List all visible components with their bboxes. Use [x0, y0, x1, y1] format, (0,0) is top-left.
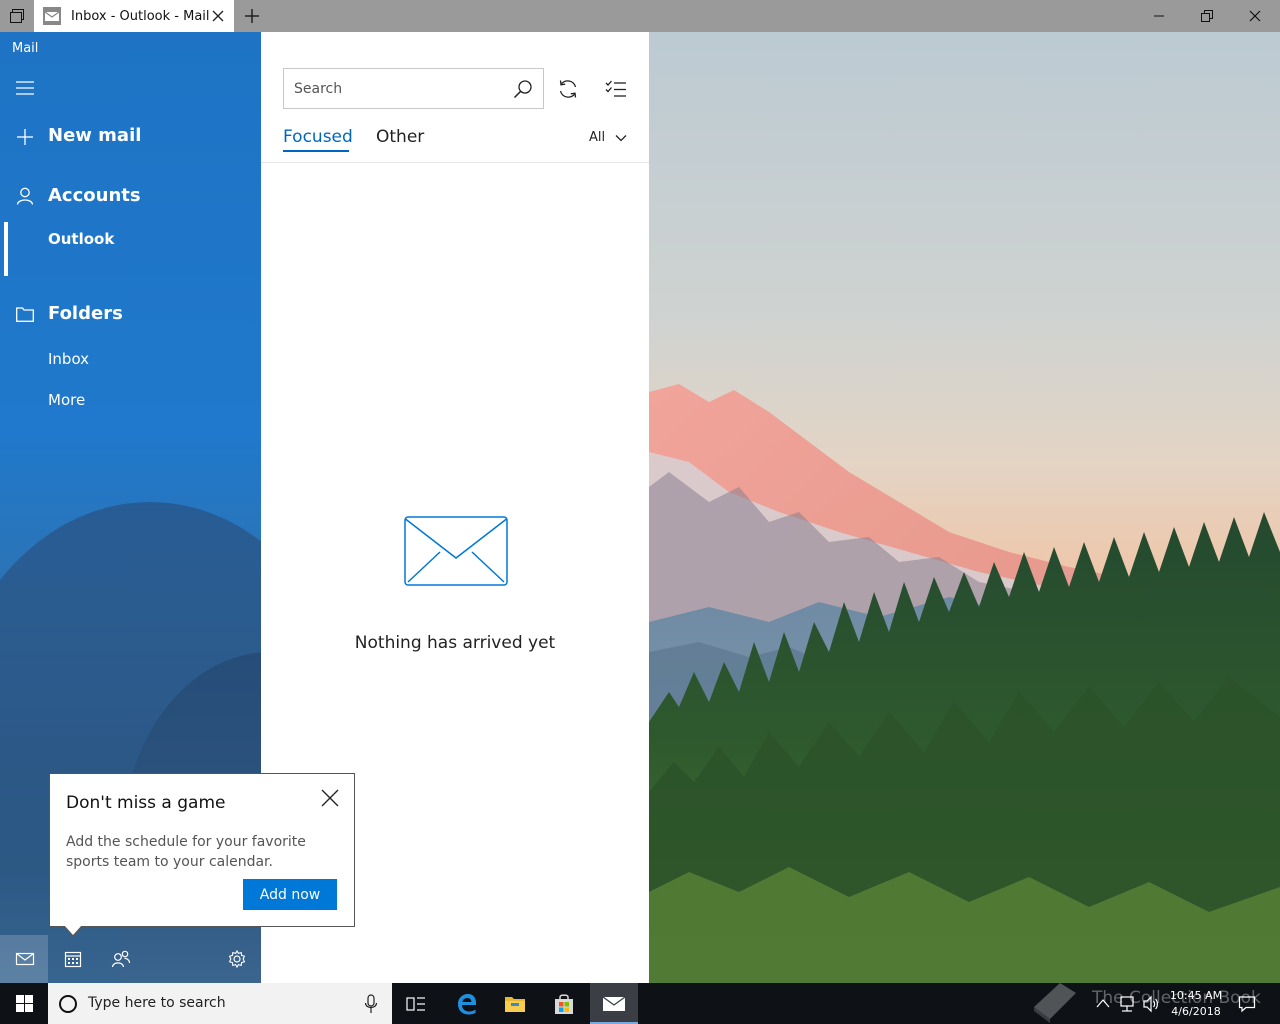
folders-label: Folders [48, 303, 123, 324]
clock-time: 10:45 AM [1169, 989, 1223, 1002]
cortana-icon [59, 995, 77, 1013]
hamburger-menu-icon[interactable] [16, 80, 34, 96]
close-window-button[interactable] [1232, 0, 1278, 32]
folder-icon [505, 996, 525, 1012]
tabs-icon [10, 9, 24, 23]
account-label: Outlook [48, 230, 115, 248]
accounts-header[interactable]: Accounts [0, 180, 261, 214]
tab-focused[interactable]: Focused [283, 127, 353, 147]
tab-other[interactable]: Other [376, 127, 424, 147]
tip-body: Add the schedule for your favorite sport… [66, 834, 306, 870]
calendar-icon[interactable] [63, 949, 83, 969]
filter-label: All [589, 130, 606, 145]
search-box[interactable] [283, 68, 544, 109]
taskbar-search-placeholder: Type here to search [88, 995, 226, 1011]
new-mail-button[interactable]: New mail [0, 120, 261, 154]
plus-icon [17, 129, 33, 145]
empty-inbox-envelope-icon [404, 516, 508, 586]
edge-browser-icon [458, 993, 477, 1014]
task-view-tabs-button[interactable] [0, 0, 34, 32]
close-icon[interactable] [320, 788, 340, 808]
action-center-icon[interactable] [1238, 995, 1256, 1013]
accounts-label: Accounts [48, 185, 141, 206]
plus-icon [245, 9, 259, 23]
sync-icon[interactable] [557, 78, 579, 100]
empty-state-message: Nothing has arrived yet [354, 633, 556, 653]
task-view-icon [406, 996, 425, 1011]
restore-icon [1201, 10, 1213, 22]
windows-logo-icon [15, 995, 33, 1012]
folder-label: More [48, 391, 86, 409]
add-now-button[interactable]: Add now [243, 879, 337, 910]
reading-pane-background [649, 32, 1280, 983]
close-icon [1249, 10, 1261, 22]
taskbar-app-file-explorer[interactable] [491, 983, 539, 1024]
landscape-background-image [649, 32, 1280, 983]
restore-button[interactable] [1184, 0, 1230, 32]
new-mail-label: New mail [48, 125, 142, 146]
chevron-down-icon [615, 134, 627, 141]
folder-label: Inbox [48, 350, 90, 368]
mail-icon[interactable] [15, 949, 35, 969]
folder-icon [16, 307, 34, 322]
folder-item-more[interactable]: More [0, 385, 261, 417]
start-button[interactable] [0, 983, 48, 1024]
person-icon [16, 187, 34, 205]
taskbar-search-box[interactable]: Type here to search [48, 983, 392, 1024]
minimize-icon [1154, 15, 1164, 17]
taskbar: Type here to search The Collection Book … [0, 983, 1280, 1024]
system-clock[interactable]: 10:45 AM 4/6/2018 [1168, 988, 1224, 1020]
tip-pointer [64, 925, 82, 935]
tab-title: Inbox - Outlook - Mail [71, 8, 210, 24]
app-switcher-bar [0, 935, 261, 983]
close-tab-icon[interactable] [210, 8, 226, 24]
new-tab-button[interactable] [236, 0, 268, 32]
filter-dropdown[interactable]: All [589, 130, 627, 145]
selection-mode-icon[interactable] [605, 78, 627, 100]
teaching-tip: Don't miss a game Add the schedule for y… [49, 773, 355, 927]
search-input[interactable] [294, 78, 504, 100]
mail-app-icon [602, 995, 626, 1011]
title-bar: Inbox - Outlook - Mail [0, 0, 1280, 32]
account-item-outlook[interactable]: Outlook [0, 224, 261, 256]
tip-title: Don't miss a game [66, 793, 226, 813]
search-icon[interactable] [513, 79, 533, 99]
task-view-button[interactable] [392, 983, 440, 1024]
tab-focused-underline [283, 150, 349, 152]
folder-item-inbox[interactable]: Inbox [0, 344, 261, 376]
taskbar-app-store[interactable] [540, 983, 588, 1024]
microphone-icon[interactable] [364, 994, 378, 1014]
minimize-button[interactable] [1136, 0, 1182, 32]
taskbar-app-mail[interactable] [590, 983, 638, 1024]
list-divider [261, 162, 649, 163]
clock-date: 4/6/2018 [1171, 1005, 1221, 1018]
folders-header[interactable]: Folders [0, 298, 261, 332]
store-bag-icon [555, 993, 573, 1014]
people-icon[interactable] [111, 949, 131, 969]
mail-app-icon [43, 7, 61, 25]
app-name: Mail [12, 41, 39, 56]
book-watermark-icon [1034, 983, 1076, 1023]
taskbar-app-edge[interactable] [443, 983, 491, 1024]
settings-gear-icon[interactable] [227, 949, 247, 969]
window-tab[interactable]: Inbox - Outlook - Mail [34, 0, 234, 32]
